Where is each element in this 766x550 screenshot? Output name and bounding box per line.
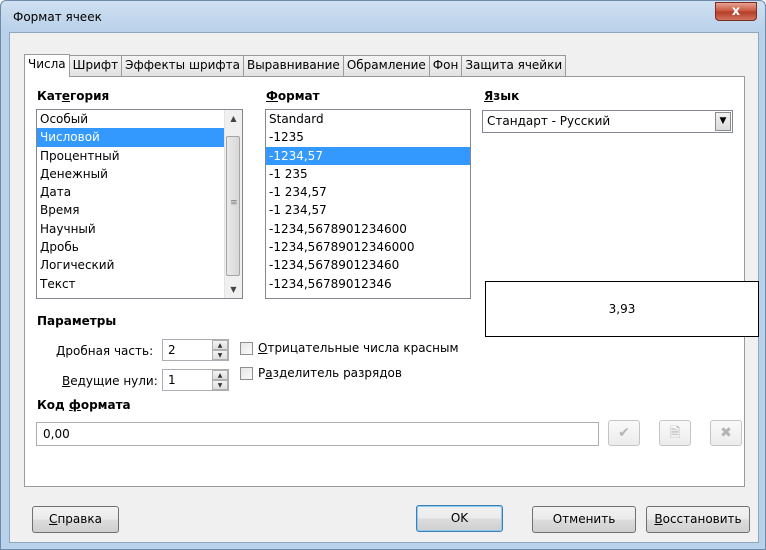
category-item-selected[interactable]: Числовой [37,128,242,147]
category-item[interactable]: Время [37,201,242,219]
thousands-separator-label[interactable]: Разделитель разрядов [258,366,402,380]
grip-icon: ≡ [230,198,238,208]
apply-format-button[interactable]: ✔ [608,420,640,446]
leading-zeros-stepper[interactable]: 1 ▲ ▼ [162,369,229,391]
category-scrollbar[interactable]: ▲ ≡ ▼ [224,110,242,298]
negative-red-checkbox[interactable] [240,342,253,355]
tab-bar: Числа Шрифт Эффекты шрифта Выравнивание … [24,54,567,77]
tab-numbers[interactable]: Числа [24,54,70,77]
close-button[interactable]: x [715,2,757,21]
format-item[interactable]: -1234,56789012346000 [266,238,470,256]
reset-button[interactable]: Восстановить [646,506,750,533]
category-item[interactable]: Логический [37,256,242,274]
window-title: Формат ячеек [13,10,102,24]
format-item[interactable]: Standard [266,110,470,128]
category-item[interactable]: Текст [37,275,242,293]
negative-red-label[interactable]: Отрицательные числа красным [258,341,459,355]
scroll-thumb[interactable]: ≡ [226,136,240,276]
numbers-tab-panel: Категория Особый Числовой Процентный Ден… [24,76,759,487]
leading-zeros-value: 1 [168,373,176,387]
format-code-value: 0,00 [43,427,70,441]
ok-button[interactable]: OK [416,505,503,532]
category-item[interactable]: Процентный [37,147,242,165]
format-item[interactable]: -1235 [266,128,470,146]
format-code-label: Код формата [37,398,131,412]
stepper-down-icon[interactable]: ▼ [212,350,228,360]
decimal-places-value: 2 [168,343,176,357]
format-list[interactable]: Standard -1235 -1234,57 -1 235 -1 234,57… [265,109,471,299]
leading-zeros-label: Ведущие нули: [62,374,158,388]
format-label: Формат [266,89,320,103]
stepper-down-icon[interactable]: ▼ [212,380,228,390]
tab-alignment[interactable]: Выравнивание [242,55,344,76]
category-item[interactable]: Особый [37,110,242,128]
tab-font-effects[interactable]: Эффекты шрифта [121,55,244,76]
category-list[interactable]: Особый Числовой Процентный Денежный Дата… [36,109,243,299]
decimal-places-label: Дробная часть: [56,344,154,358]
decimal-places-stepper[interactable]: 2 ▲ ▼ [162,339,229,361]
tab-cell-protection[interactable]: Защита ячейки [461,55,567,76]
edit-comment-button[interactable]: 🗎 [659,420,691,446]
tab-background[interactable]: Фон [428,55,463,76]
format-code-input[interactable]: 0,00 [36,422,599,446]
comment-icon: 🗎 [669,425,681,441]
scroll-down-icon[interactable]: ▼ [225,281,242,298]
format-item-selected[interactable]: -1234,57 [266,146,470,165]
parameters-heading: Параметры [37,314,117,328]
stepper-buttons: ▲ ▼ [212,370,228,390]
stepper-buttons: ▲ ▼ [212,340,228,360]
language-select-value: Стандарт - Русский [487,114,611,128]
category-label: Категория [37,89,110,103]
format-item[interactable]: -1234,5678901234600 [266,220,470,238]
delete-x-icon: ✖ [720,425,732,441]
stepper-up-icon[interactable]: ▲ [212,370,228,380]
format-item[interactable]: -1 234,57 [266,183,470,201]
close-icon: x [731,4,741,19]
preview-value: 3,93 [608,302,636,316]
delete-format-button[interactable]: ✖ [710,420,742,446]
cancel-button[interactable]: Отменить [532,506,636,533]
check-icon: ✔ [618,425,630,441]
thousands-separator-checkbox[interactable] [240,367,253,380]
category-item[interactable]: Научный [37,220,242,238]
stepper-up-icon[interactable]: ▲ [212,340,228,350]
language-label: Язык [484,89,520,103]
help-button[interactable]: Справка [32,506,119,533]
format-item[interactable]: -1234,567890123460 [266,256,470,274]
category-item[interactable]: Дата [37,183,242,201]
scroll-up-icon[interactable]: ▲ [225,110,242,127]
format-item[interactable]: -1 234,57 [266,201,470,219]
format-cells-dialog: Формат ячеек x Числа Шрифт Эффекты шрифт… [0,0,766,550]
format-preview: 3,93 [485,281,759,337]
chevron-down-icon[interactable]: ▼ [715,112,731,131]
tab-font[interactable]: Шрифт [68,55,123,76]
language-select[interactable]: Стандарт - Русский ▼ [482,110,733,133]
format-item[interactable]: -1 235 [266,165,470,183]
category-item[interactable]: Денежный [37,165,242,183]
format-item[interactable]: -1234,56789012346 [266,275,470,293]
dialog-client-area: Числа Шрифт Эффекты шрифта Выравнивание … [9,32,759,543]
category-item[interactable]: Дробь [37,238,242,256]
title-bar[interactable]: Формат ячеек x [1,1,765,31]
tab-borders[interactable]: Обрамление [342,55,430,76]
